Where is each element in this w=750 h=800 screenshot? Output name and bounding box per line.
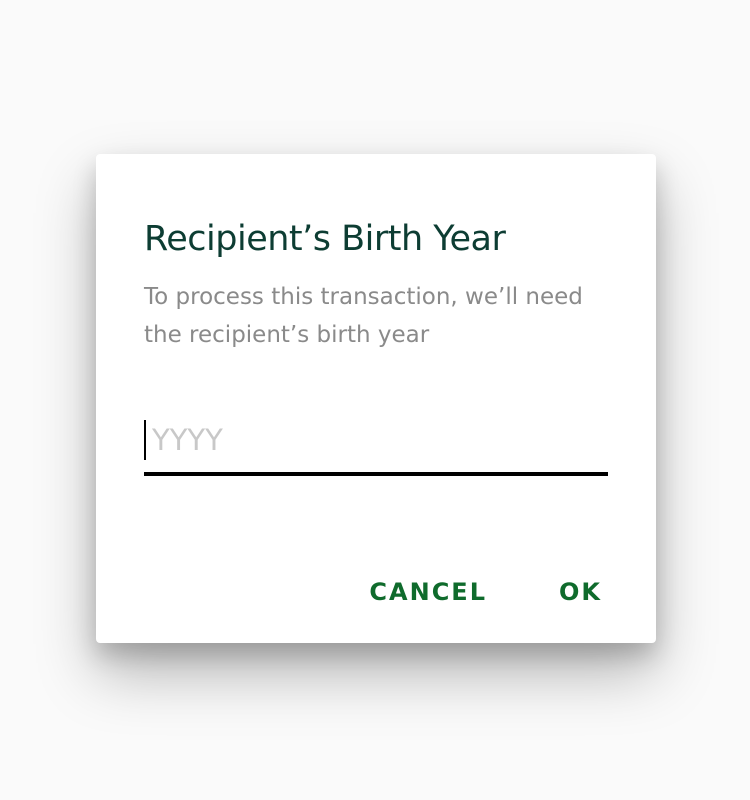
ok-button[interactable]: OK (559, 576, 602, 608)
dialog-actions: CANCEL OK (369, 576, 602, 608)
text-caret (144, 420, 146, 460)
birth-year-field[interactable] (144, 416, 608, 476)
cancel-button[interactable]: CANCEL (369, 576, 487, 608)
birth-year-input[interactable] (152, 418, 592, 462)
birth-year-dialog: Recipient’s Birth Year To process this t… (96, 154, 656, 643)
dialog-title: Recipient’s Birth Year (144, 219, 506, 259)
dialog-message: To process this transaction, we’ll need … (144, 284, 583, 348)
